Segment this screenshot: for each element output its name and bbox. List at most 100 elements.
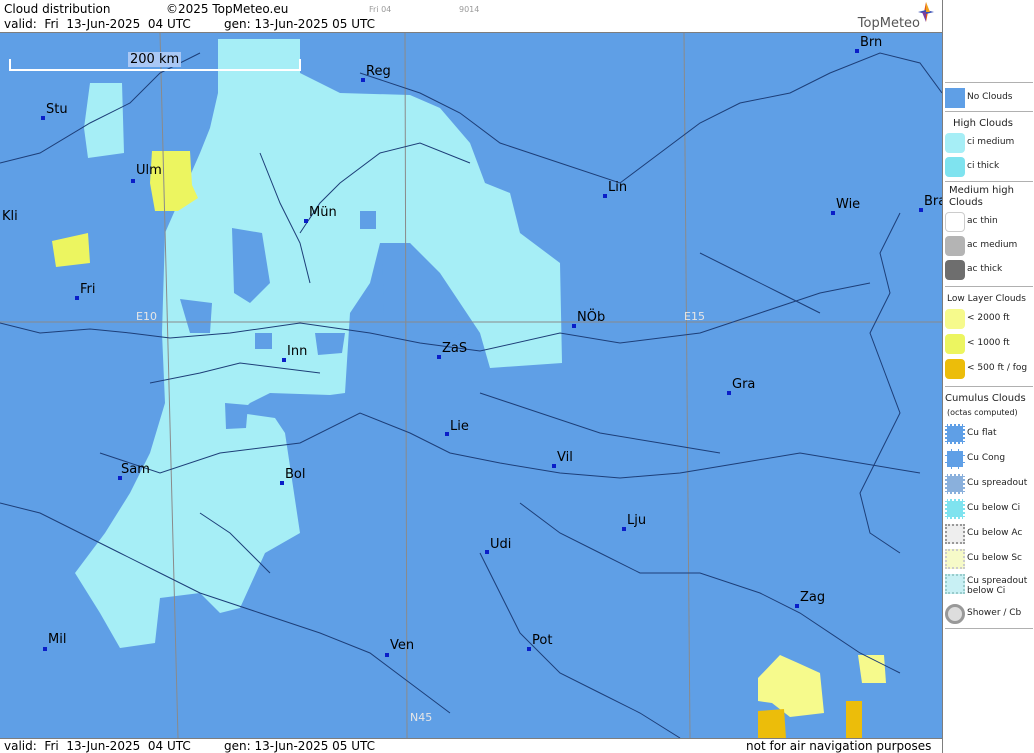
legend-subheading-octas: (octas computed) bbox=[947, 408, 1018, 417]
city-marker bbox=[622, 527, 626, 531]
legend-item-cu-spreadout-below-ci: Cu spreadout below Ci bbox=[943, 574, 1034, 600]
legend-heading-cumulus: Cumulus Clouds bbox=[945, 393, 1026, 404]
ci-medium-swatch bbox=[945, 133, 965, 153]
cu-below-ci-swatch bbox=[945, 499, 965, 519]
city-marker bbox=[919, 208, 923, 212]
legend-item-ac-thin: ac thin bbox=[943, 212, 1034, 232]
city-marker bbox=[75, 296, 79, 300]
legend-item-ci-thick: ci thick bbox=[943, 157, 1034, 177]
legend-divider bbox=[945, 386, 1033, 387]
grid-label-e15: E15 bbox=[684, 310, 705, 323]
ac-medium-swatch bbox=[945, 236, 965, 256]
cu-cong-swatch bbox=[945, 449, 965, 469]
city-label-stu: Stu bbox=[46, 102, 68, 117]
legend-item-low-1000: < 1000 ft bbox=[943, 334, 1034, 354]
legend-item-no-clouds: No Clouds bbox=[943, 88, 1034, 108]
cu-flat-swatch bbox=[945, 424, 965, 444]
city-label-zas: ZaS bbox=[442, 341, 468, 356]
city-label-bra: Bra bbox=[924, 194, 942, 209]
cu-spreadout-below-ci-swatch bbox=[945, 574, 965, 594]
legend-divider bbox=[945, 628, 1033, 629]
cloud-map[interactable]: 200 km E10 E15 N45 Brn Reg Stu Ulm Kli L… bbox=[0, 33, 942, 738]
city-marker bbox=[43, 647, 47, 651]
map-title: Cloud distribution bbox=[4, 2, 111, 16]
legend-divider bbox=[945, 111, 1033, 112]
legend-item-ac-thick: ac thick bbox=[943, 260, 1034, 280]
city-marker bbox=[831, 211, 835, 215]
city-marker bbox=[603, 194, 607, 198]
generated-time: gen: 13-Jun-2025 05 UTC bbox=[224, 17, 376, 31]
city-label-sam: Sam bbox=[121, 462, 150, 477]
legend-item-cu-flat: Cu flat bbox=[943, 424, 1034, 444]
cu-below-sc-swatch bbox=[945, 549, 965, 569]
city-marker bbox=[41, 116, 45, 120]
legend-heading-high: High Clouds bbox=[953, 118, 1013, 129]
city-marker bbox=[437, 355, 441, 359]
no-clouds-swatch bbox=[945, 88, 965, 108]
city-marker bbox=[304, 219, 308, 223]
city-label-wie: Wie bbox=[836, 197, 861, 212]
city-label-lju: Lju bbox=[627, 513, 647, 528]
legend-divider bbox=[945, 181, 1033, 182]
ci-thick-swatch bbox=[945, 157, 965, 177]
city-marker bbox=[552, 464, 556, 468]
legend-item-cu-cong: Cu Cong bbox=[943, 449, 1034, 469]
city-marker bbox=[855, 49, 859, 53]
scale-bar-label: 200 km bbox=[128, 52, 182, 67]
cu-spreadout-swatch bbox=[945, 474, 965, 494]
cu-below-ac-swatch bbox=[945, 524, 965, 544]
legend-item-cu-spreadout: Cu spreadout bbox=[943, 474, 1034, 494]
city-marker bbox=[361, 78, 365, 82]
footer-generated-time: gen: 13-Jun-2025 05 UTC bbox=[224, 739, 376, 753]
city-label-mun: Mün bbox=[309, 205, 337, 220]
city-marker bbox=[795, 604, 799, 608]
legend-item-ac-medium: ac medium bbox=[943, 236, 1034, 256]
city-label-lin: Lin bbox=[608, 180, 628, 195]
city-marker bbox=[445, 432, 449, 436]
city-label-reg: Reg bbox=[366, 64, 391, 79]
legend-heading-low: Low Layer Clouds bbox=[947, 294, 1026, 304]
city-marker bbox=[385, 653, 389, 657]
city-label-lie: Lie bbox=[450, 419, 469, 434]
header-small-tab-2: 9014 bbox=[459, 5, 480, 14]
grid-label-e10: E10 bbox=[136, 310, 157, 323]
legend-heading-medium: Medium high Clouds bbox=[949, 185, 1014, 208]
legend-item-ci-medium: ci medium bbox=[943, 133, 1034, 153]
legend-item-low-500: < 500 ft / fog bbox=[943, 359, 1034, 379]
legend-item-cu-below-ci: Cu below Ci bbox=[943, 499, 1034, 519]
copyright: ©2025 TopMeteo.eu bbox=[166, 2, 289, 16]
legend-divider bbox=[945, 286, 1033, 287]
navigation-disclaimer: not for air navigation purposes bbox=[746, 739, 932, 753]
header-small-tab-1: Fri 04 bbox=[369, 5, 392, 14]
city-label-brn: Brn bbox=[860, 35, 883, 50]
city-label-mil: Mil bbox=[48, 632, 67, 647]
city-label-ulm: Ulm bbox=[136, 163, 162, 178]
city-label-pot: Pot bbox=[532, 633, 553, 648]
city-label-kli: Kli bbox=[2, 209, 18, 224]
city-label-fri: Fri bbox=[80, 282, 96, 297]
city-label-zag: Zag bbox=[800, 590, 826, 605]
low-1000ft-swatch bbox=[945, 334, 965, 354]
city-label-udi: Udi bbox=[490, 537, 512, 552]
footer-valid-time: valid: Fri 13-Jun-2025 04 UTC bbox=[4, 739, 191, 753]
city-label-nob: NÖb bbox=[577, 310, 606, 325]
shower-swatch bbox=[945, 604, 965, 624]
city-marker bbox=[280, 481, 284, 485]
low-cloud-2000ft-area bbox=[758, 655, 886, 717]
city-label-gra: Gra bbox=[732, 377, 756, 392]
map-graphic bbox=[0, 33, 942, 738]
city-label-inn: Inn bbox=[287, 344, 308, 359]
city-label-vil: Vil bbox=[557, 450, 573, 465]
cloud-legend: No Clouds High Clouds ci medium ci thick… bbox=[942, 0, 1034, 753]
low-2000ft-swatch bbox=[945, 309, 965, 329]
city-label-bol: Bol bbox=[285, 467, 306, 482]
legend-item-low-2000: < 2000 ft bbox=[943, 309, 1034, 329]
valid-time: valid: Fri 13-Jun-2025 04 UTC bbox=[4, 17, 191, 31]
ac-thin-swatch bbox=[945, 212, 965, 232]
legend-item-shower: Shower / Cb bbox=[943, 604, 1034, 624]
fog-swatch bbox=[945, 359, 965, 379]
legend-divider bbox=[945, 82, 1033, 83]
city-marker bbox=[485, 550, 489, 554]
city-marker bbox=[727, 391, 731, 395]
city-marker bbox=[131, 179, 135, 183]
